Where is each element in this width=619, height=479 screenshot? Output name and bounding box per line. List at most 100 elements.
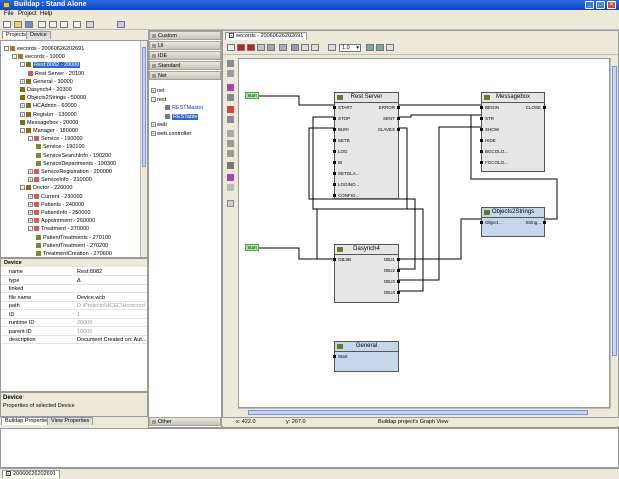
tree-node[interactable]: + PatientInfo - 250000 (28, 209, 91, 217)
tree-scrollbar[interactable] (140, 41, 147, 257)
tree-node[interactable]: Dasynch4 - 20300 (20, 86, 72, 94)
property-value[interactable]: 20000 (77, 319, 147, 327)
tree-node[interactable]: - Treatment - 270000 (28, 225, 89, 233)
output-port-pin[interactable] (397, 128, 400, 131)
collapse-icon[interactable]: - (28, 226, 33, 232)
bottom-tab-project[interactable]: × 20060626202691 (2, 470, 60, 478)
tree-node[interactable]: + Appointment - 260000 (28, 217, 95, 225)
input-port-pin[interactable] (480, 117, 483, 120)
expand-icon[interactable]: + (151, 88, 156, 94)
scroll-thumb[interactable] (612, 66, 617, 356)
tree-node[interactable]: - Doctor - 220000 (20, 184, 72, 192)
network-icon[interactable] (117, 21, 125, 28)
tree-node[interactable]: ServiceDepartments - 190300 (36, 160, 116, 168)
canvas-horizontal-scrollbar[interactable] (238, 408, 610, 416)
property-value[interactable]: D:\Projects\HCEC\Hcrecord (77, 302, 147, 310)
tree-node[interactable]: + Register - 130000 (20, 111, 77, 119)
expand-icon[interactable]: + (28, 177, 33, 183)
tree-node[interactable]: Messagebox - 20000 (20, 119, 78, 127)
project-tree[interactable]: - eecords - 20060626202691- eecords - 1000… (0, 40, 148, 258)
block-general[interactable]: General Start (333, 341, 399, 372)
property-row[interactable]: ID 1 (1, 311, 147, 319)
property-value[interactable]: 10000 (77, 328, 147, 336)
input-port-pin[interactable] (333, 194, 336, 197)
deploy-icon[interactable] (86, 21, 94, 28)
stop-icon[interactable] (237, 44, 245, 51)
property-row[interactable]: description Document Created on: Aut... (1, 336, 147, 344)
scroll-thumb[interactable] (248, 410, 588, 415)
property-value[interactable]: Δ (77, 277, 147, 285)
start-tag-2[interactable]: Start (245, 244, 259, 251)
component-tool-icon[interactable] (227, 84, 234, 91)
property-row[interactable]: linked (1, 285, 147, 293)
collapse-icon[interactable]: - (20, 62, 25, 68)
settings-icon[interactable] (73, 21, 81, 28)
print-icon[interactable] (328, 44, 336, 51)
property-row[interactable]: path D:\Projects\HCEC\Hcrecord (1, 302, 147, 310)
tab-device[interactable]: Device (26, 31, 51, 39)
block-rest-server[interactable]: Rest Server START STOP BURI SETB LOG IB SETGLA.… (333, 92, 400, 199)
layout-icon[interactable] (279, 44, 287, 51)
property-value[interactable]: Device.wcb (77, 294, 147, 302)
input-port-pin[interactable] (333, 258, 336, 261)
close-tab-icon[interactable]: × (229, 33, 234, 38)
input-port-pin[interactable] (480, 106, 483, 109)
block-dasynch4[interactable]: Dasynch4 OBJIB OBJ1 OBJ2 OBJ3 OBJ4 (333, 244, 400, 303)
save-tool-icon[interactable] (227, 162, 234, 169)
close-button[interactable]: × (607, 1, 616, 9)
tree-node[interactable]: PatientTreatment - 270200 (36, 242, 108, 250)
tab-buildap-properties[interactable]: Buildap Properties (1, 417, 54, 425)
tree-node[interactable]: - Service - 190000 (28, 135, 83, 143)
property-row[interactable]: type Δ (1, 277, 147, 285)
align-icon[interactable] (311, 44, 319, 51)
block-objects2strings[interactable]: Objects2Strings Object... String... (480, 207, 546, 237)
expand-icon[interactable]: + (20, 78, 25, 84)
scroll-thumb[interactable] (142, 47, 146, 167)
menu-project[interactable]: Project (18, 11, 37, 17)
tree-node[interactable]: + Patients - 240000 (28, 201, 84, 209)
output-port-pin[interactable] (397, 106, 400, 109)
block-messagebox[interactable]: Messagebox BEGIN STR SHOW HIDE BGCOLO... FGCOL… (480, 92, 546, 172)
expand-icon[interactable]: + (28, 218, 33, 224)
tree-node[interactable]: + Current - 230000 (28, 193, 83, 201)
tree-node[interactable]: + General - 30000 (20, 78, 73, 86)
input-port-pin[interactable] (333, 139, 336, 142)
property-value[interactable]: Document Created on: Aut... (77, 336, 147, 344)
input-port-pin[interactable] (480, 150, 483, 153)
start-tag-1[interactable]: Start (245, 92, 259, 99)
menu-help[interactable]: Help (40, 11, 52, 17)
tree-node[interactable]: Rest Server - 20100 (28, 70, 84, 78)
palette-ui[interactable]: UI (149, 41, 221, 50)
group-icon[interactable] (267, 44, 275, 51)
select-tool-icon[interactable] (227, 60, 234, 67)
input-port-pin[interactable] (333, 106, 336, 109)
property-value[interactable]: Rest:8082 (77, 268, 147, 276)
tree-node[interactable]: - Rest:8082 - 20000 (20, 61, 81, 69)
tree-node[interactable]: - Manager - 180000 (20, 127, 78, 135)
output-port-pin[interactable] (397, 280, 400, 283)
palette-ide[interactable]: IDE (149, 51, 221, 60)
record-icon[interactable] (247, 44, 255, 51)
properties-tool-icon[interactable] (227, 200, 234, 207)
palette-node[interactable]: RESTMaster (165, 104, 203, 112)
tree-node[interactable]: + HCAdmin - 60000 (20, 102, 77, 110)
collapse-icon[interactable]: - (28, 136, 33, 142)
palette-node[interactable]: + web (151, 121, 167, 129)
tree-node[interactable]: - eecords - 10000 (12, 53, 65, 61)
palette-node[interactable]: RESTable (165, 113, 199, 121)
tree-node[interactable]: + ServiceInfo - 210000 (28, 176, 92, 184)
delete-tool-icon[interactable] (227, 106, 234, 113)
expand-icon[interactable]: + (28, 193, 33, 199)
tree-node[interactable]: Service - 190100 (36, 143, 85, 151)
open-icon[interactable] (14, 21, 22, 28)
settings-tool-icon[interactable] (227, 184, 234, 191)
property-row[interactable]: name Rest:8082 (1, 268, 147, 276)
input-port-pin[interactable] (333, 355, 336, 358)
palette-node[interactable]: + web.controller (151, 130, 191, 138)
palette-other[interactable]: Other (149, 417, 221, 426)
tab-view-properties[interactable]: View Properties (47, 417, 94, 425)
zoom-select[interactable]: 1.0 ▾ (339, 44, 361, 52)
input-port-pin[interactable] (480, 161, 483, 164)
expand-icon[interactable]: + (151, 130, 156, 136)
tree-node[interactable]: + ServiceRegistration - 200000 (28, 168, 112, 176)
